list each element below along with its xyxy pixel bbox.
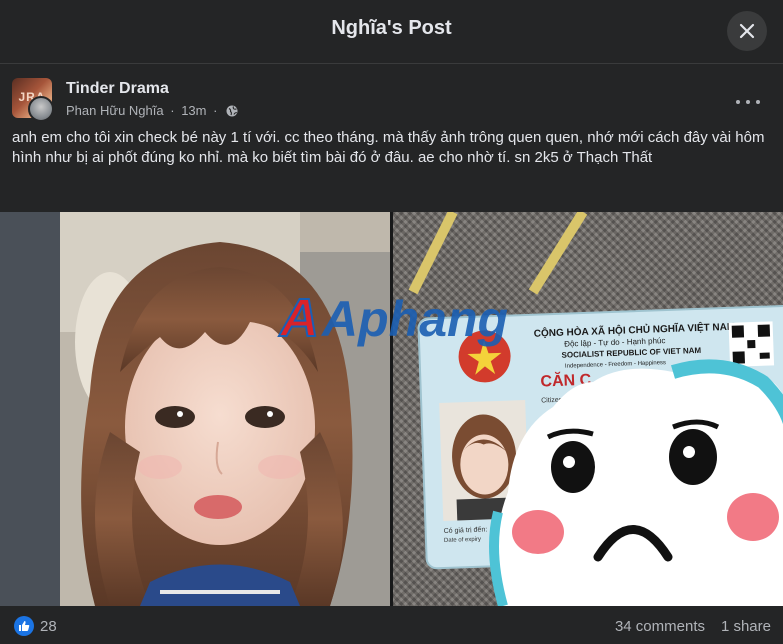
- thumbs-up-icon: [19, 621, 30, 631]
- watermark-logo: A Aphang: [277, 287, 508, 349]
- shares-count-link[interactable]: 1 share: [721, 618, 771, 635]
- watermark-text: Aphang: [320, 291, 508, 347]
- svg-text:A: A: [278, 288, 319, 348]
- post-time-link[interactable]: 13m: [181, 103, 206, 118]
- photo-portrait[interactable]: [0, 212, 390, 606]
- post-meta: Phan Hữu Nghĩa · 13m ·: [66, 103, 238, 118]
- author-avatar[interactable]: [28, 96, 54, 122]
- like-count[interactable]: 28: [40, 618, 57, 635]
- more-dot: [736, 100, 740, 104]
- avatar-group[interactable]: JRA: [12, 78, 54, 122]
- post-body-text: anh em cho tôi xin check bé này 1 tí với…: [12, 129, 765, 166]
- id-card-illustration: CỘNG HÒA XÃ HỘI CHỦ NGHĨA VIỆT NAM Độc l…: [408, 212, 783, 606]
- more-options-button[interactable]: [730, 84, 766, 120]
- more-dot: [746, 100, 750, 104]
- comments-count-link[interactable]: 34 comments: [615, 618, 705, 635]
- meta-separator: ·: [170, 103, 175, 118]
- meta-separator-2: ·: [213, 103, 218, 118]
- portrait-illustration: [0, 212, 390, 606]
- post-footer: 28 34 comments 1 share: [0, 606, 783, 644]
- post-media[interactable]: CỘNG HÒA XÃ HỘI CHỦ NGHĨA VIỆT NAM Độc l…: [0, 212, 783, 606]
- more-dot: [756, 100, 760, 104]
- photo-id-card[interactable]: CỘNG HÒA XÃ HỘI CHỦ NGHĨA VIỆT NAM Độc l…: [393, 212, 783, 606]
- modal-header: Nghĩa's Post: [0, 0, 783, 64]
- post-modal: Nghĩa's Post JRA Tinder Drama Phan Hữu N…: [0, 0, 783, 644]
- close-icon: [739, 23, 755, 39]
- post-header: JRA Tinder Drama Phan Hữu Nghĩa · 13m ·: [12, 78, 772, 122]
- author-name-link[interactable]: Phan Hữu Nghĩa: [66, 103, 164, 118]
- modal-title: Nghĩa's Post: [331, 17, 452, 39]
- close-button[interactable]: [727, 11, 767, 51]
- group-name-link[interactable]: Tinder Drama: [66, 80, 169, 98]
- globe-icon[interactable]: [226, 105, 238, 117]
- like-reaction[interactable]: [14, 616, 34, 636]
